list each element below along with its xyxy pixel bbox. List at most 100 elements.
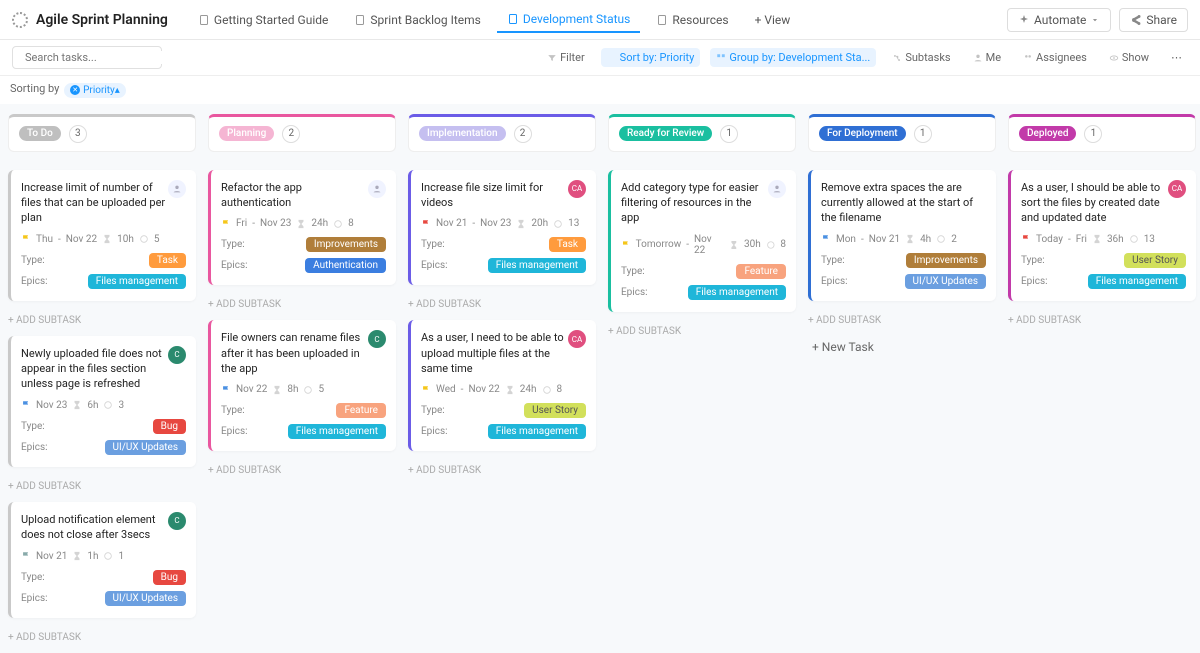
- column-to-do: To Do3 Increase limit of number of files …: [8, 114, 196, 643]
- column-header[interactable]: Ready for Review 1: [608, 114, 796, 152]
- add-subtask[interactable]: + ADD SUBTASK: [808, 311, 996, 326]
- property-row: Type:User Story: [421, 403, 586, 418]
- circle-icon: [542, 385, 552, 395]
- task-card[interactable]: As a user, I should be able to sort the …: [1008, 170, 1196, 301]
- task-title: Add category type for easier filtering o…: [621, 180, 768, 226]
- automate-button[interactable]: Automate: [1007, 8, 1111, 32]
- task-meta: Nov 236h3: [21, 400, 186, 411]
- add-view[interactable]: + View: [745, 8, 801, 32]
- property-row: Type:Task: [421, 237, 586, 252]
- add-subtask[interactable]: + ADD SUBTASK: [8, 628, 196, 643]
- task-meta: Mon-Nov 214h2: [821, 234, 986, 245]
- tag-pill: Authentication: [305, 258, 386, 273]
- new-task-button[interactable]: + New Task: [808, 336, 996, 358]
- status-badge: For Deployment: [819, 126, 906, 141]
- task-card[interactable]: Increase limit of number of files that c…: [8, 170, 196, 301]
- column-ready-for-review: Ready for Review 1 Add category type for e…: [608, 114, 796, 643]
- task-title: As a user, I should be able to sort the …: [1021, 180, 1168, 226]
- group-button[interactable]: Group by: Development Sta...: [710, 48, 876, 67]
- tab-sprint-backlog-items[interactable]: Sprint Backlog Items: [344, 7, 491, 33]
- avatar: C: [368, 330, 386, 348]
- search-input[interactable]: [12, 46, 162, 69]
- task-meta: Today-Fri36h13: [1021, 234, 1186, 245]
- task-card[interactable]: File owners can rename files after it ha…: [208, 320, 396, 451]
- add-subtask[interactable]: + ADD SUBTASK: [1008, 311, 1196, 326]
- tag-pill: Improvements: [306, 237, 386, 252]
- doc-icon: [354, 14, 366, 26]
- more-button[interactable]: ⋯: [1165, 48, 1188, 67]
- hourglass-icon: [72, 551, 82, 561]
- add-subtask[interactable]: + ADD SUBTASK: [408, 461, 596, 476]
- task-meta: Thu-Nov 2210h5: [21, 234, 186, 245]
- circle-icon: [139, 234, 149, 244]
- show-button[interactable]: Show: [1103, 48, 1155, 67]
- toolbar: Filter Sort by: Priority Group by: Devel…: [0, 40, 1200, 76]
- task-card[interactable]: Increase file size limit for videosCANov…: [408, 170, 596, 286]
- hourglass-icon: [516, 219, 526, 229]
- circle-icon: [103, 400, 113, 410]
- column-header[interactable]: For Deployment 1: [808, 114, 996, 152]
- filter-icon: [547, 53, 557, 63]
- avatar: C: [168, 512, 186, 530]
- task-card[interactable]: Newly uploaded file does not appear in t…: [8, 336, 196, 467]
- flag-icon: [221, 219, 231, 229]
- chevron-down-icon: [1090, 15, 1100, 25]
- column-header[interactable]: Implementation2: [408, 114, 596, 152]
- status-badge: Ready for Review: [619, 126, 712, 141]
- flag-icon: [621, 240, 631, 250]
- status-badge: Deployed: [1019, 126, 1076, 141]
- sorting-pill[interactable]: ✕Priority ▴: [64, 83, 126, 98]
- tag-pill: Task: [149, 253, 186, 268]
- tab-development-status[interactable]: Development Status: [497, 7, 641, 33]
- column-header[interactable]: To Do3: [8, 114, 196, 152]
- property-row: Type:Feature: [621, 264, 786, 279]
- add-subtask[interactable]: + ADD SUBTASK: [208, 295, 396, 310]
- property-row: Type:Bug: [21, 419, 186, 434]
- property-row: Type:Bug: [21, 570, 186, 585]
- tab-getting-started-guide[interactable]: Getting Started Guide: [188, 7, 338, 33]
- filter-button[interactable]: Filter: [541, 48, 591, 67]
- task-card[interactable]: Refactor the app authenticationFri-Nov 2…: [208, 170, 396, 286]
- task-card[interactable]: Upload notification element does not clo…: [8, 502, 196, 618]
- app-title: Agile Sprint Planning: [36, 12, 168, 28]
- column-for-deployment: For Deployment 1 Remove extra spaces the a…: [808, 114, 996, 643]
- count-badge: 1: [720, 125, 738, 143]
- tag-pill: Bug: [153, 419, 186, 434]
- tag-pill: Task: [549, 237, 586, 252]
- subtask-icon: [892, 53, 902, 63]
- assignees-button[interactable]: Assignees: [1017, 48, 1093, 67]
- circle-icon: [303, 385, 313, 395]
- add-subtask[interactable]: + ADD SUBTASK: [8, 477, 196, 492]
- tag-pill: UI/UX Updates: [105, 440, 186, 455]
- hourglass-icon: [505, 385, 515, 395]
- add-subtask[interactable]: + ADD SUBTASK: [408, 295, 596, 310]
- tag-pill: Files management: [488, 424, 586, 439]
- column-header[interactable]: Planning2: [208, 114, 396, 152]
- add-subtask[interactable]: + ADD SUBTASK: [208, 461, 396, 476]
- task-meta: Nov 228h5: [221, 384, 386, 395]
- task-card[interactable]: Add category type for easier filtering o…: [608, 170, 796, 312]
- task-card[interactable]: As a user, I need to be able to upload m…: [408, 320, 596, 451]
- column-header[interactable]: Deployed1: [1008, 114, 1196, 152]
- count-badge: 1: [914, 125, 932, 143]
- sort-button[interactable]: Sort by: Priority: [601, 48, 701, 67]
- me-button[interactable]: Me: [967, 48, 1007, 67]
- flag-icon: [221, 385, 231, 395]
- property-row: Epics:UI/UX Updates: [21, 440, 186, 455]
- doc-icon: [507, 13, 519, 25]
- add-subtask[interactable]: + ADD SUBTASK: [608, 322, 796, 337]
- unassigned-icon: [168, 180, 186, 198]
- tag-pill: UI/UX Updates: [105, 591, 186, 606]
- task-card[interactable]: Remove extra spaces the are currently al…: [808, 170, 996, 301]
- status-badge: Planning: [219, 126, 274, 141]
- add-subtask[interactable]: + ADD SUBTASK: [8, 311, 196, 326]
- property-row: Epics:Files management: [621, 285, 786, 300]
- tag-pill: Improvements: [906, 253, 986, 268]
- hourglass-icon: [1092, 234, 1102, 244]
- tab-resources[interactable]: Resources: [646, 7, 738, 33]
- flag-icon: [1021, 234, 1031, 244]
- flag-icon: [21, 234, 31, 244]
- top-bar: Agile Sprint Planning Getting Started Gu…: [0, 0, 1200, 40]
- share-button[interactable]: Share: [1119, 8, 1188, 32]
- subtasks-button[interactable]: Subtasks: [886, 48, 956, 67]
